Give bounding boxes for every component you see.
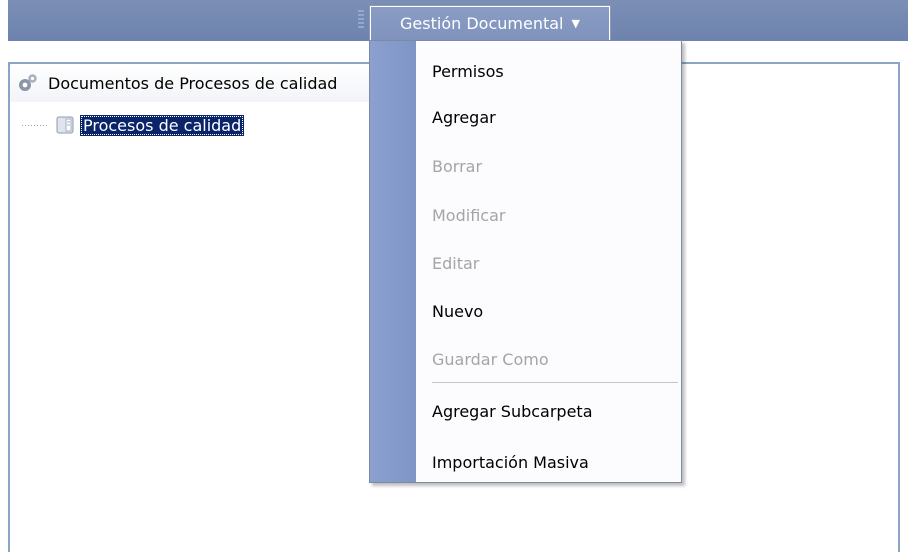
- database-icon: [56, 116, 74, 134]
- menu-item-agregar[interactable]: Agregar: [432, 104, 672, 130]
- gestion-documental-menu-button[interactable]: Gestión Documental ▼: [369, 5, 611, 40]
- menu-item-importacion-masiva[interactable]: Importación Masiva: [432, 449, 672, 475]
- menu-title: Gestión Documental: [400, 14, 564, 33]
- panel-title: Documentos de Procesos de calidad: [48, 73, 338, 93]
- menu-item-modificar: Modificar: [432, 205, 506, 225]
- toolbar-grip[interactable]: [358, 10, 364, 30]
- menu-item-permisos[interactable]: Permisos: [432, 58, 672, 84]
- panel-tab[interactable]: Documentos de Procesos de calidad: [8, 62, 374, 102]
- menu-item-nuevo[interactable]: Nuevo: [432, 298, 672, 324]
- menu-item-agregar-subcarpeta[interactable]: Agregar Subcarpeta: [432, 398, 672, 424]
- chevron-down-icon: ▼: [571, 17, 580, 30]
- tree-item-label[interactable]: Procesos de calidad: [80, 114, 245, 136]
- menu-separator: [432, 382, 678, 383]
- menu-icon-gutter: [370, 41, 416, 482]
- tree-item[interactable]: Procesos de calidad: [22, 112, 245, 138]
- gestion-documental-dropdown: Permisos Agregar Borrar Modificar Editar…: [369, 40, 682, 483]
- tree-connector: [22, 124, 48, 126]
- menu-item-borrar: Borrar: [432, 156, 483, 176]
- menu-item-guardar-como: Guardar Como: [432, 349, 549, 369]
- menu-item-editar: Editar: [432, 253, 480, 273]
- gears-icon: [19, 74, 37, 91]
